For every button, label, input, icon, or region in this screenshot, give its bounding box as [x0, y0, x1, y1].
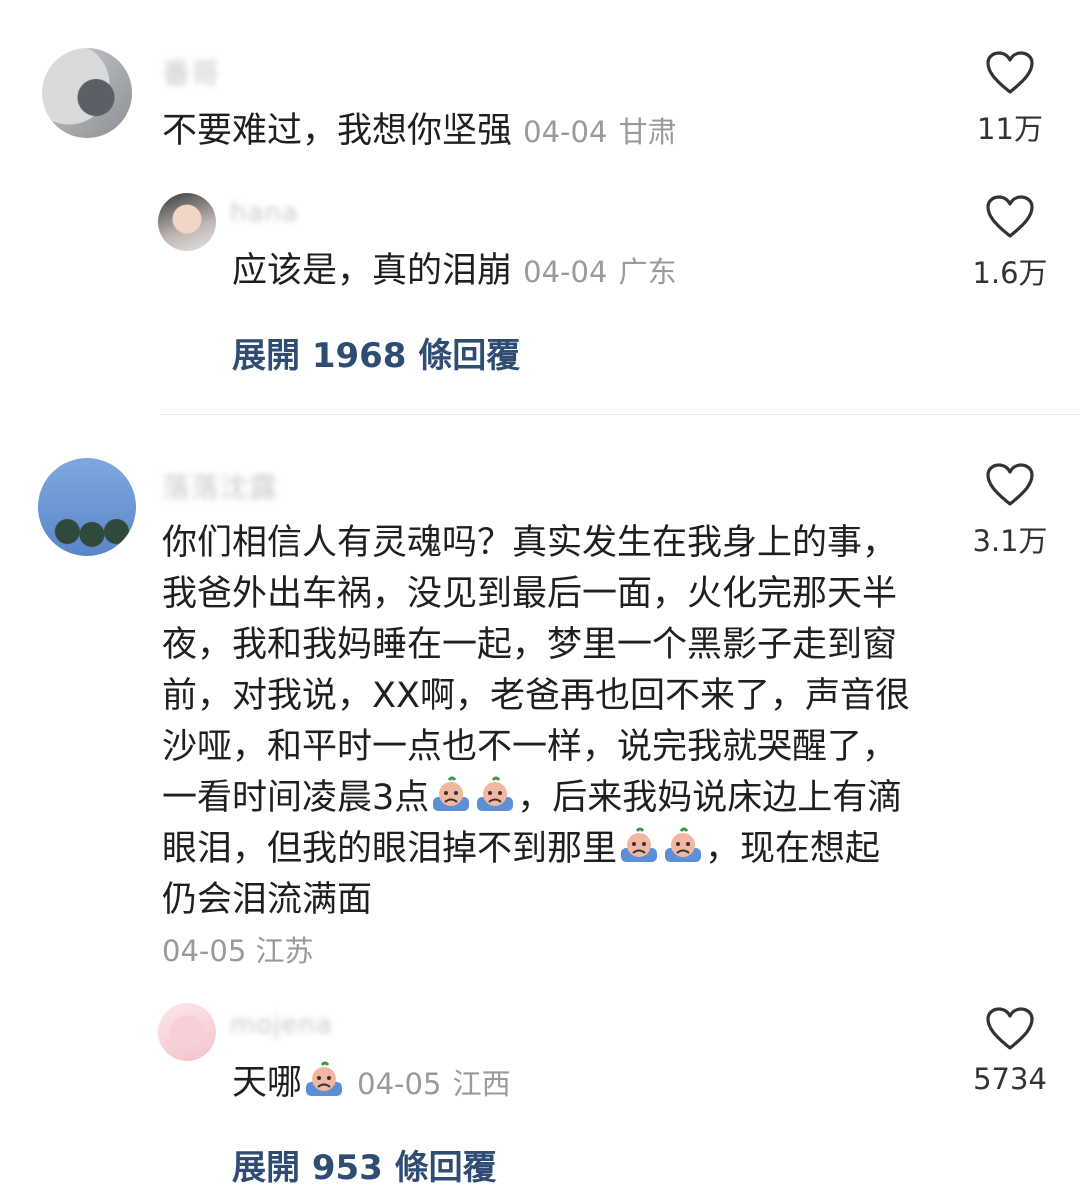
comment-meta: 04-05 江苏	[162, 928, 314, 970]
expand-replies-button[interactable]: 展開 1968 條回覆	[232, 328, 520, 377]
comment-body: 你们相信人有灵魂吗？真实发生在我身上的事，我爸外出车祸，没见到最后一面，火化完那…	[162, 518, 912, 926]
crying-emoji-icon	[303, 1060, 345, 1100]
avatar[interactable]	[42, 48, 132, 138]
like-count: 3.1万	[972, 524, 1048, 558]
comment-text: 不要难过，我想你坚强	[162, 111, 513, 151]
heart-outline-icon	[986, 51, 1034, 94]
reply-body: 天哪 04-05 江西	[232, 1058, 932, 1110]
divider	[160, 414, 1080, 415]
reply-text: 天哪	[232, 1063, 303, 1103]
like-button[interactable]: 1.6万	[965, 194, 1055, 292]
comment-list: 番哥 不要难过，我想你坚强 04-04 甘肃 11万 hana 应该是，真的泪崩…	[0, 0, 1080, 1200]
avatar[interactable]	[158, 193, 216, 251]
comment-body: 不要难过，我想你坚强 04-04 甘肃	[162, 106, 942, 158]
crying-emoji-icon	[430, 775, 472, 815]
comment-username[interactable]: 番哥	[162, 52, 220, 92]
avatar[interactable]	[158, 1003, 216, 1061]
comment-date: 04-04	[523, 115, 608, 149]
like-button[interactable]: 3.1万	[965, 462, 1055, 560]
reply-location: 江西	[452, 1067, 511, 1101]
comment-date: 04-05	[162, 934, 247, 968]
like-count: 1.6万	[972, 256, 1048, 290]
reply-date: 04-05	[357, 1067, 442, 1101]
reply-location: 广东	[618, 255, 677, 289]
crying-emoji-icon	[662, 826, 704, 866]
like-count: 5734	[973, 1062, 1047, 1096]
crying-emoji-icon	[474, 775, 516, 815]
comment-location: 甘肃	[618, 115, 677, 149]
heart-outline-icon	[986, 1007, 1034, 1050]
like-button[interactable]: 5734	[965, 1006, 1055, 1096]
comment-username[interactable]: 落落沈露	[162, 466, 278, 506]
like-button[interactable]: 11万	[965, 50, 1055, 148]
reply-date: 04-04	[523, 255, 608, 289]
comment-location: 江苏	[255, 934, 314, 968]
crying-emoji-icon	[618, 826, 660, 866]
like-count: 11万	[977, 112, 1043, 146]
reply-username[interactable]: mojena	[230, 1010, 333, 1040]
heart-outline-icon	[986, 195, 1034, 238]
comment-text-part: 你们相信人有灵魂吗？真实发生在我身上的事，我爸外出车祸，没见到最后一面，火化完那…	[162, 523, 910, 818]
reply-body: 应该是，真的泪崩 04-04 广东	[232, 246, 932, 298]
expand-replies-button[interactable]: 展開 953 條回覆	[232, 1140, 497, 1189]
reply-text: 应该是，真的泪崩	[232, 251, 513, 291]
heart-outline-icon	[986, 463, 1034, 506]
reply-username[interactable]: hana	[230, 198, 299, 228]
avatar[interactable]	[38, 458, 136, 556]
